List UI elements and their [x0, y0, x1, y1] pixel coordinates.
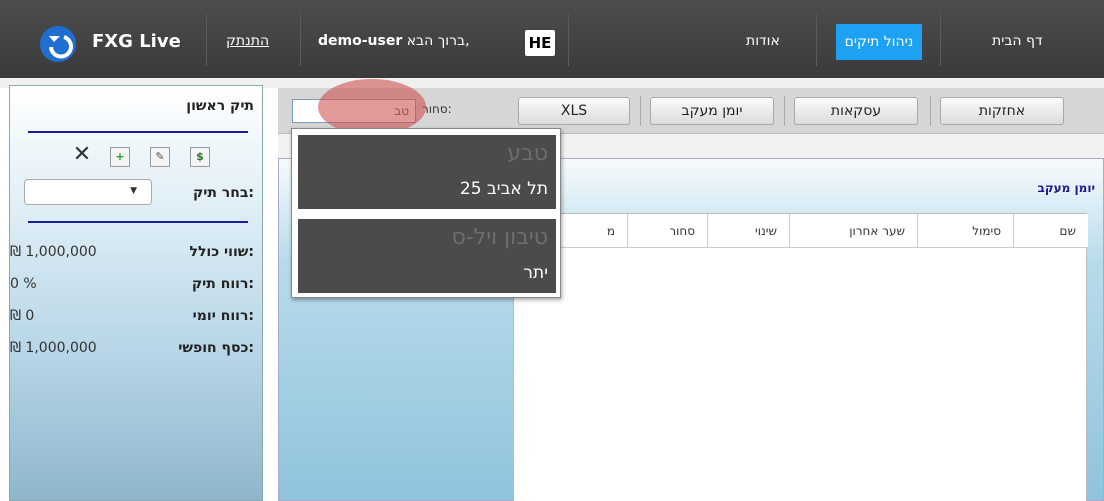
total-value: ₪ 1,000,000 [10, 244, 97, 260]
transactions-button[interactable]: עסקאות [794, 97, 918, 125]
nav-home-link[interactable]: דף הבית [992, 33, 1043, 49]
language-toggle-button[interactable]: HE [525, 30, 555, 56]
tracking-log-button[interactable]: יומן מעקב [650, 97, 774, 125]
column-header-change[interactable]: שינוי [708, 214, 790, 248]
toolbar-divider [640, 96, 641, 126]
add-doc-icon[interactable]: + [110, 147, 130, 167]
autocomplete-item[interactable]: טיבון ויל-ס יתר [298, 219, 556, 293]
panel-title: יומן מעקב [1037, 181, 1095, 195]
autocomplete-item[interactable]: טבע תל אביב 25 [298, 135, 556, 209]
divider [816, 14, 817, 66]
logout-link[interactable]: התנתק [226, 33, 269, 49]
toolbar-divider [784, 96, 785, 126]
welcome-text: demo-user ברוך הבא, [318, 33, 470, 49]
free-cash-label: כסף חופשי: [178, 340, 254, 356]
autocomplete-item-faded-text: טיבון ויל-ס [451, 225, 548, 250]
dollar-doc-icon[interactable]: $ [190, 147, 210, 167]
divider [300, 14, 301, 66]
security-search-input[interactable]: טב [292, 99, 416, 123]
brand-name: FXG Live [92, 31, 181, 52]
username: demo-user [318, 33, 403, 49]
column-header-last-price[interactable]: שער אחרון [790, 214, 918, 248]
autocomplete-item-faded-text: טבע [507, 141, 548, 166]
portfolio-profit-label: רווח תיק: [191, 276, 254, 292]
nav-portfolio-management-tab[interactable]: ניהול תיקים [836, 24, 922, 60]
portfolio-profit-value: 0 % [10, 276, 37, 292]
daily-profit-label: רווח יומי: [192, 308, 254, 324]
free-cash-value: ₪ 1,000,000 [10, 340, 97, 356]
column-header-traded[interactable]: סחור [628, 214, 708, 248]
autocomplete-item-name: תל אביב 25 [459, 179, 548, 199]
tracking-table: שם סימול שער אחרון שינוי סחור מ [513, 213, 1088, 501]
autocomplete-item-name: יתר [523, 263, 548, 283]
column-header-symbol[interactable]: סימול [918, 214, 1014, 248]
fxg-logo-icon [40, 26, 76, 62]
autocomplete-dropdown: טבע תל אביב 25 טיבון ויל-ס יתר [291, 128, 561, 298]
divider [940, 14, 941, 66]
portfolio-sidebar: תיק ראשון $ ✎ + ✕ בחר תיק: שווי כולל: ₪ … [9, 85, 263, 501]
divider [568, 14, 569, 66]
divider [206, 14, 207, 66]
holdings-button[interactable]: אחזקות [940, 97, 1064, 125]
top-navigation-bar: FXG Live התנתק demo-user ברוך הבא, HE או… [0, 0, 1104, 78]
xls-export-button[interactable]: XLS [518, 97, 630, 125]
portfolio-title: תיק ראשון [186, 98, 254, 114]
delete-icon[interactable]: ✕ [72, 144, 92, 166]
welcome-prefix: ברוך הבא, [406, 33, 470, 49]
total-value-label: שווי כולל: [189, 244, 254, 260]
security-search-label: סחור: [422, 102, 452, 116]
choose-portfolio-label: בחר תיק: [192, 185, 254, 201]
edit-doc-icon[interactable]: ✎ [150, 147, 170, 167]
sidebar-divider [28, 221, 248, 223]
nav-about-link[interactable]: אודות [746, 33, 780, 49]
portfolio-select[interactable] [24, 179, 152, 205]
column-header-name[interactable]: שם [1014, 214, 1088, 248]
sidebar-divider [28, 131, 248, 133]
daily-profit-value: ₪ 0 [10, 308, 35, 324]
toolbar-divider [930, 96, 931, 126]
